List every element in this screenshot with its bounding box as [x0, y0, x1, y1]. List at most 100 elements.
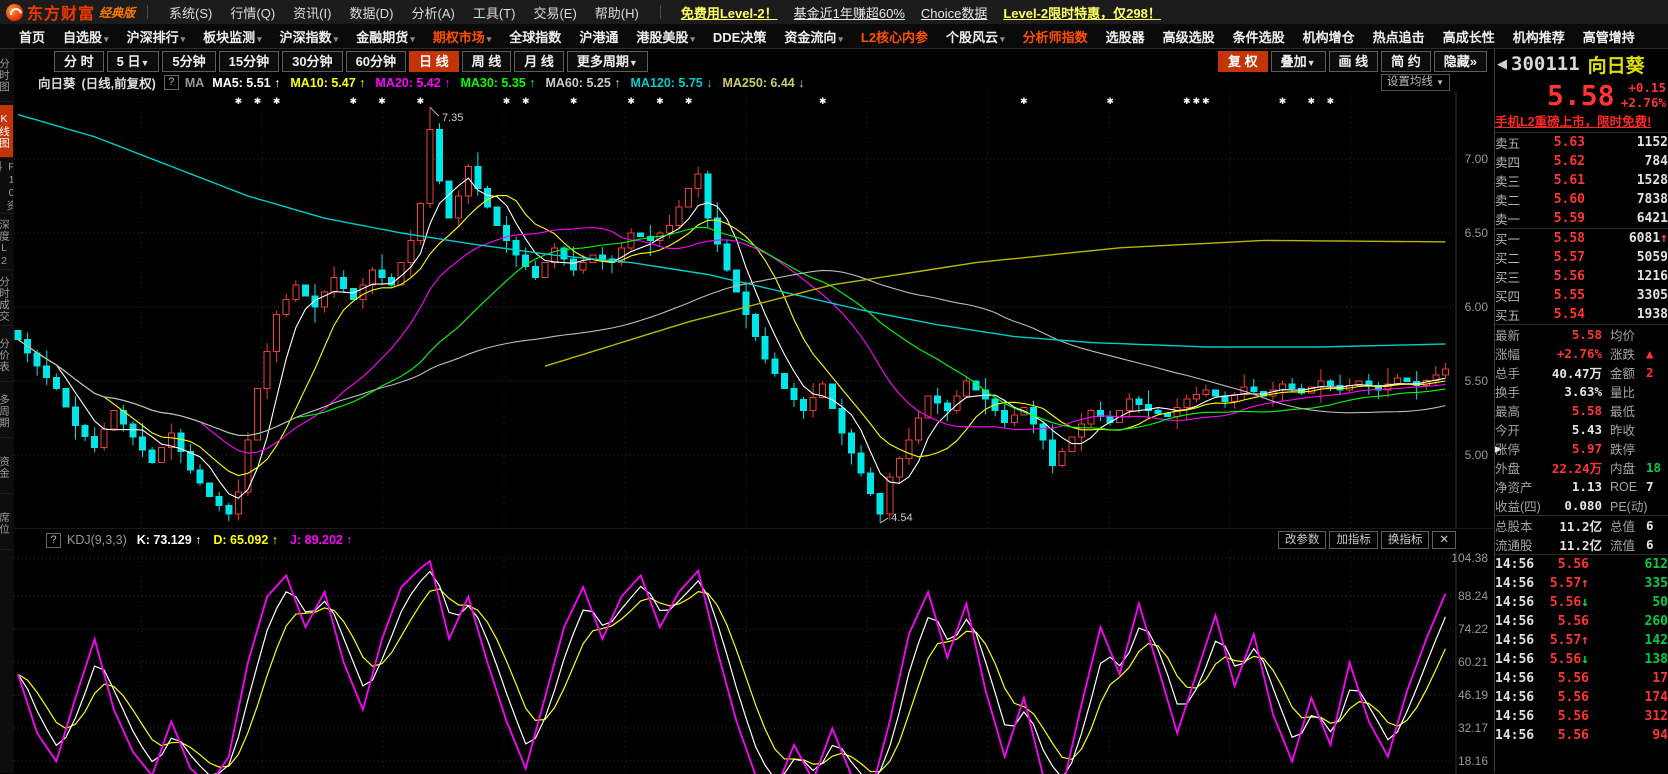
- menu-item-5[interactable]: 工具(T): [473, 3, 516, 22]
- kdj-button-0[interactable]: 改参数: [1278, 531, 1327, 549]
- period-button-6[interactable]: 日 线: [409, 51, 459, 72]
- nav-item-18[interactable]: 机构增仓: [1294, 27, 1364, 46]
- nav-item-16[interactable]: 高级选股: [1154, 27, 1224, 46]
- nav-item-4[interactable]: 沪深指数▾: [271, 27, 348, 46]
- trade-row-8: 14:565.56312: [1495, 707, 1668, 726]
- trade-volume: 138: [1589, 652, 1668, 667]
- nav-item-1[interactable]: 自选股▾: [54, 27, 118, 46]
- chart-tool-button-3[interactable]: 简 约: [1381, 51, 1431, 72]
- nav-label: 高级选股: [1163, 30, 1215, 45]
- chart-tool-button-1[interactable]: 叠加▼: [1271, 51, 1326, 72]
- promo-link-1[interactable]: 基金近1年赚超60%: [794, 3, 905, 22]
- menu-item-0[interactable]: 系统(S): [169, 3, 212, 22]
- trade-price: 5.56: [1537, 709, 1589, 724]
- panel-collapse-arrow[interactable]: ▶: [1494, 444, 1502, 455]
- ma-value-1: MA10: 5.47 ↑: [290, 76, 365, 90]
- sidebar-item-2[interactable]: F10资料: [0, 161, 13, 214]
- sidebar-item-1[interactable]: K线图: [0, 105, 13, 158]
- period-button-7[interactable]: 周 线: [462, 51, 512, 72]
- nav-item-21[interactable]: 机构推荐: [1504, 27, 1574, 46]
- sidebar-item-0[interactable]: 分时图: [0, 49, 13, 102]
- trade-volume: 260: [1589, 614, 1668, 629]
- nav-item-10[interactable]: DDE决策: [704, 27, 775, 46]
- period-button-0[interactable]: 分 时: [54, 51, 104, 72]
- queue-volume: 1152: [1585, 135, 1668, 150]
- kdj-button-1[interactable]: 加指标: [1329, 531, 1378, 549]
- help-icon[interactable]: ?: [46, 533, 61, 548]
- stat-value: 11.2亿: [1545, 516, 1602, 535]
- menu-item-7[interactable]: 帮助(H): [595, 3, 639, 22]
- promo-link-0[interactable]: 免费用Level-2！: [681, 3, 778, 22]
- nav-item-14[interactable]: 分析师指数: [1014, 27, 1097, 46]
- period-button-2[interactable]: 5分钟: [162, 51, 215, 72]
- stat-label: 最新: [1495, 325, 1545, 344]
- sidebar-item-5[interactable]: 分价表: [0, 329, 13, 382]
- nav-label: 港股美股: [636, 30, 688, 45]
- nav-item-12[interactable]: L2核心内参: [852, 27, 937, 46]
- nav-item-8[interactable]: 沪港通: [570, 27, 627, 46]
- help-icon[interactable]: ?: [164, 75, 179, 90]
- menu-item-1[interactable]: 行情(Q): [230, 3, 275, 22]
- ma-value-0: MA5: 5.51 ↑: [212, 76, 280, 90]
- stat-label: 外盘: [1495, 458, 1545, 477]
- nav-item-15[interactable]: 选股器: [1097, 27, 1154, 46]
- sidebar-item-6[interactable]: 多周期: [0, 385, 13, 438]
- chevron-down-icon: ▼: [629, 58, 638, 68]
- ma-settings-button[interactable]: 设置均线 ▼: [1381, 74, 1450, 91]
- sidebar-item-3[interactable]: 深度L2: [0, 217, 13, 270]
- menu-item-6[interactable]: 交易(E): [533, 3, 576, 22]
- candlestick-chart[interactable]: 7.006.506.005.505.00✱✱✱✱✱✱✱✱✱✱✱✱✱✱✱✱✱✱✱✱…: [14, 92, 1494, 528]
- menu-item-2[interactable]: 资讯(I): [293, 3, 331, 22]
- nav-label: 选股器: [1106, 30, 1145, 45]
- kdj-button-2[interactable]: 换指标: [1381, 531, 1430, 549]
- nav-item-17[interactable]: 条件选股: [1224, 27, 1294, 46]
- nav-item-19[interactable]: 热点追击: [1364, 27, 1434, 46]
- stat-value: +2.76%: [1545, 346, 1602, 361]
- queue-label: 卖五: [1495, 133, 1531, 152]
- trade-price: 5.56: [1537, 728, 1589, 743]
- sidebar-item-8[interactable]: 席位: [0, 497, 13, 550]
- nav-item-9[interactable]: 港股美股▾: [627, 27, 704, 46]
- nav-item-6[interactable]: 期权市场▾: [424, 27, 501, 46]
- nav-item-7[interactable]: 全球指数: [500, 27, 570, 46]
- promo-link-3[interactable]: Level-2限时特惠，仅298！: [1003, 3, 1161, 22]
- trade-volume: 94: [1589, 728, 1668, 743]
- stat-value-partial: 6: [1646, 537, 1668, 552]
- stat-value: 0.080: [1545, 498, 1602, 513]
- promo-link-2[interactable]: Choice数据: [921, 3, 987, 22]
- chart-tool-button-4[interactable]: 隐藏»: [1434, 51, 1487, 72]
- menu-item-3[interactable]: 数据(D): [349, 3, 393, 22]
- stat-row-6: 涨停5.97跌停: [1495, 439, 1668, 458]
- period-button-8[interactable]: 月 线: [514, 51, 564, 72]
- period-button-9[interactable]: 更多周期▼: [567, 51, 648, 72]
- period-toolbar: 分 时5 日▼5分钟15分钟30分钟60分钟日 线周 线月 线更多周期▼ 复 权…: [14, 49, 1494, 73]
- ma-value-4: MA60: 5.25 ↑: [545, 76, 620, 90]
- svg-text:✱: ✱: [503, 96, 511, 106]
- back-arrow-icon[interactable]: ◀: [1497, 56, 1507, 72]
- chart-tool-button-0[interactable]: 复 权: [1218, 51, 1268, 72]
- period-button-5[interactable]: 60分钟: [346, 51, 406, 72]
- sidebar-item-7[interactable]: 资金: [0, 441, 13, 494]
- period-button-4[interactable]: 30分钟: [282, 51, 342, 72]
- queue-label: 买三: [1495, 267, 1531, 286]
- nav-item-22[interactable]: 高管增持: [1574, 27, 1644, 46]
- nav-item-11[interactable]: 资金流向▾: [775, 27, 852, 46]
- chevron-down-icon: ▾: [838, 34, 843, 44]
- queue-volume: 3305: [1585, 288, 1668, 303]
- nav-item-13[interactable]: 个股风云▾: [937, 27, 1014, 46]
- nav-item-0[interactable]: 首页: [10, 27, 54, 46]
- period-button-3[interactable]: 15分钟: [219, 51, 279, 72]
- period-button-1[interactable]: 5 日▼: [107, 51, 160, 72]
- ma-value-3: MA30: 5.35 ↑: [460, 76, 535, 90]
- nav-item-5[interactable]: 金融期货▾: [347, 27, 424, 46]
- kdj-close-icon[interactable]: ✕: [1432, 531, 1456, 549]
- kdj-chart[interactable]: 104.3888.2474.2260.2146.1932.1718.16: [14, 551, 1494, 774]
- nav-item-3[interactable]: 板块监测▾: [194, 27, 271, 46]
- nav-label: 热点追击: [1373, 30, 1425, 45]
- menu-item-4[interactable]: 分析(A): [411, 3, 454, 22]
- promo-link[interactable]: 手机L2重磅上市，限时免费!: [1495, 114, 1668, 133]
- chart-tool-button-2[interactable]: 画 线: [1329, 51, 1379, 72]
- nav-item-20[interactable]: 高成长性: [1434, 27, 1504, 46]
- sidebar-item-4[interactable]: 分时成交: [0, 273, 13, 326]
- nav-item-2[interactable]: 沪深排行▾: [118, 27, 195, 46]
